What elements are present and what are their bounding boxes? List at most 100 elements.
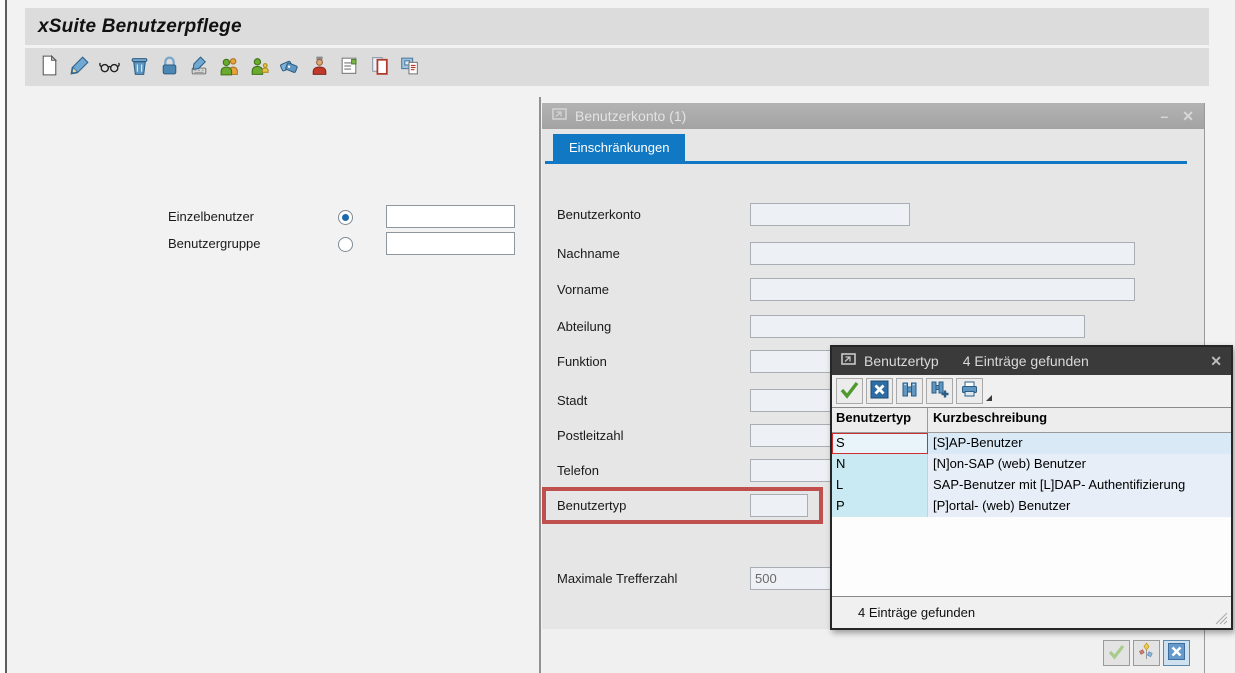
max-trefferzahl-label: Maximale Trefferzahl [557, 571, 677, 586]
window-edge-line [5, 0, 7, 673]
benutzerkonto-label: Benutzerkonto [557, 207, 641, 222]
new-document-icon [38, 54, 61, 80]
document-list-icon [338, 54, 361, 80]
cell-desc[interactable]: [N]on-SAP (web) Benutzer [928, 454, 1231, 475]
popup-titlebar: Benutzertyp 4 Einträge gefunden ✕ [832, 347, 1231, 375]
abteilung-field-row: Abteilung [542, 315, 1204, 338]
multiple-selection-button[interactable] [1133, 640, 1160, 666]
pencil-keyboard-icon [188, 54, 211, 80]
nachname-field-row: Nachname [542, 242, 1204, 265]
apply-check-icon [839, 379, 860, 403]
abteilung-label: Abteilung [557, 319, 611, 334]
copy-red-icon [368, 54, 391, 80]
display-button[interactable] [95, 53, 123, 81]
einzelbenutzer-radio[interactable] [338, 210, 353, 225]
panel-separator [539, 97, 541, 673]
copy-document-button[interactable] [365, 53, 393, 81]
einzelbenutzer-input[interactable] [386, 205, 515, 228]
close-icon[interactable]: ✕ [1182, 109, 1194, 123]
delete-button[interactable] [125, 53, 153, 81]
table-header: Benutzertyp Kurzbeschreibung [832, 408, 1231, 433]
nachname-label: Nachname [557, 246, 620, 261]
red-user-icon [308, 54, 331, 80]
find-button[interactable] [896, 378, 923, 404]
print-button[interactable] [956, 378, 983, 404]
print-dropdown-icon[interactable] [986, 395, 992, 401]
pencil-icon [68, 54, 91, 80]
popup-title: Benutzertyp [864, 353, 939, 369]
table-row-l[interactable]: L SAP-Benutzer mit [L]DAP- Authentifizie… [832, 475, 1231, 496]
cell-typ[interactable]: L [832, 475, 928, 496]
user-admin-button[interactable] [305, 53, 333, 81]
printer-icon [959, 379, 980, 403]
tab-underline [545, 161, 1187, 164]
create-user-button[interactable] [245, 53, 273, 81]
multiple-selection-icon [1137, 642, 1156, 664]
cell-typ[interactable]: S [832, 433, 928, 454]
ok-button[interactable] [1103, 640, 1130, 666]
apply-button[interactable] [836, 378, 863, 404]
resize-grip[interactable] [1214, 611, 1228, 625]
new-document-button[interactable] [35, 53, 63, 81]
tags-button[interactable] [275, 53, 303, 81]
popup-close-icon[interactable]: ✕ [1210, 353, 1222, 370]
cell-desc[interactable]: SAP-Benutzer mit [L]DAP- Authentifizieru… [928, 475, 1231, 496]
trash-icon [128, 54, 151, 80]
binoculars-plus-icon [929, 379, 950, 403]
benutzergruppe-radio[interactable] [338, 237, 353, 252]
dialog-title: Benutzerkonto (1) [575, 108, 686, 124]
ok-check-icon [1107, 642, 1126, 664]
abteilung-input[interactable] [750, 315, 1085, 338]
popup-subtitle: 4 Einträge gefunden [963, 353, 1089, 369]
find-next-button[interactable] [926, 378, 953, 404]
benutzerkonto-input[interactable] [750, 203, 910, 226]
postleitzahl-label: Postleitzahl [557, 428, 623, 443]
table-row-n[interactable]: N [N]on-SAP (web) Benutzer [832, 454, 1231, 475]
copy-multiple-button[interactable] [395, 53, 423, 81]
edit-button[interactable] [65, 53, 93, 81]
benutzertyp-value-help-popup: Benutzertyp 4 Einträge gefunden ✕ Benutz… [830, 345, 1233, 630]
nachname-input[interactable] [750, 242, 1135, 265]
benutzergruppe-label: Benutzergruppe [168, 236, 261, 251]
table-row-s[interactable]: S [S]AP-Benutzer [832, 433, 1231, 454]
app-titlebar: xSuite Benutzerpflege [25, 8, 1209, 45]
vorname-field-row: Vorname [542, 278, 1204, 301]
tab-einschraenkungen[interactable]: Einschränkungen [553, 134, 685, 161]
main-toolbar [25, 48, 1209, 86]
cell-typ[interactable]: P [832, 496, 928, 517]
popup-cancel-icon [869, 379, 890, 403]
two-users-icon [218, 54, 241, 80]
change-password-button[interactable] [185, 53, 213, 81]
benutzertyp-input[interactable] [750, 494, 808, 517]
binoculars-icon [899, 379, 920, 403]
einzelbenutzer-label: Einzelbenutzer [168, 209, 254, 224]
lock-button[interactable] [155, 53, 183, 81]
cell-desc[interactable]: [S]AP-Benutzer [928, 433, 1231, 454]
benutzertyp-table: Benutzertyp Kurzbeschreibung S [S]AP-Ben… [832, 407, 1231, 597]
benutzergruppe-input[interactable] [386, 232, 515, 255]
benutzertyp-label: Benutzertyp [557, 498, 626, 513]
popup-cancel-button[interactable] [866, 378, 893, 404]
benutzerkonto-field-row: Benutzerkonto [542, 203, 1204, 226]
einzelbenutzer-row: Einzelbenutzer [168, 209, 254, 224]
cell-typ[interactable]: N [832, 454, 928, 475]
column-kurzbeschreibung: Kurzbeschreibung [928, 408, 1231, 432]
dialog-window-icon [552, 107, 567, 125]
cancel-button[interactable] [1163, 640, 1190, 666]
copy-multiple-icon [398, 54, 421, 80]
cancel-x-icon [1167, 642, 1186, 664]
document-list-button[interactable] [335, 53, 363, 81]
sap-window: xSuite Benutzerpflege Einzelbenutzer Ben… [0, 0, 1235, 673]
popup-toolbar [832, 375, 1231, 407]
minimize-icon[interactable]: – [1160, 109, 1168, 123]
table-row-p[interactable]: P [P]ortal- (web) Benutzer [832, 496, 1231, 517]
dialog-footer [542, 629, 1204, 673]
tags-icon [278, 54, 301, 80]
glasses-icon [98, 54, 121, 80]
telefon-label: Telefon [557, 463, 599, 478]
cell-desc[interactable]: [P]ortal- (web) Benutzer [928, 496, 1231, 517]
stadt-label: Stadt [557, 393, 587, 408]
vorname-input[interactable] [750, 278, 1135, 301]
copy-user-button[interactable] [215, 53, 243, 81]
vorname-label: Vorname [557, 282, 609, 297]
